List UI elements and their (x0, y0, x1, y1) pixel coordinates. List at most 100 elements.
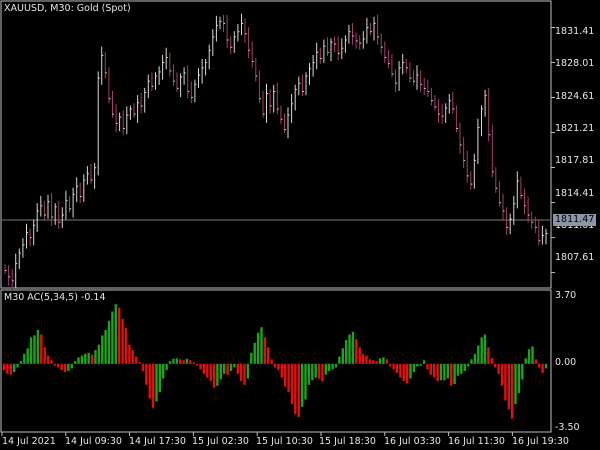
ac-bar (474, 354, 476, 364)
ac-bar (159, 364, 161, 392)
ac-bar (128, 345, 130, 364)
ac-bar (409, 364, 411, 379)
ac-bar (318, 364, 320, 379)
ac-bar (71, 364, 73, 369)
ac-bar (81, 356, 83, 364)
price-tick-label: 1817.81 (555, 155, 594, 166)
chart-title: XAUUSD, M30: Gold (Spot) (4, 3, 131, 14)
ac-bar (193, 362, 195, 364)
ac-bar (30, 337, 32, 364)
time-tick-label: 14 Jul 17:30 (129, 436, 186, 447)
price-tick-label: 1814.41 (555, 188, 594, 199)
ac-bar (491, 358, 493, 364)
ac-bar (172, 359, 174, 364)
ac-bar (206, 364, 208, 378)
ac-bar (220, 364, 222, 380)
ac-bar (342, 348, 344, 364)
ac-bar (91, 355, 93, 364)
time-tick-label: 16 Jul 11:30 (448, 436, 505, 447)
ac-bar (64, 364, 66, 372)
ac-bar (362, 354, 364, 364)
ac-bar (254, 343, 256, 364)
ac-bar (33, 335, 35, 363)
ac-bar (365, 356, 367, 364)
ac-bar (94, 350, 96, 364)
ac-bar (450, 364, 452, 386)
ac-bar (477, 346, 479, 364)
time-tick-label: 15 Jul 02:30 (192, 436, 249, 447)
ac-bar (77, 357, 79, 363)
ac-bar (267, 347, 269, 364)
ac-bar (237, 364, 239, 374)
ac-bar (460, 364, 462, 374)
ac-bar (541, 364, 543, 373)
ac-bar (74, 361, 76, 364)
ac-bar (440, 364, 442, 381)
ac-bar (176, 358, 178, 364)
ac-bar (44, 347, 46, 364)
ac-bar (430, 364, 432, 375)
ac-bar (132, 350, 134, 364)
ac-bar (118, 308, 120, 364)
ac-bar (345, 340, 347, 364)
ac-bar (186, 359, 188, 364)
ac-bar (23, 354, 25, 364)
price-tick-label: 1828.01 (555, 58, 594, 69)
time-tick-label: 14 Jul 2021 (2, 436, 56, 447)
indicator-title: M30 AC(5,34,5) -0.14 (4, 292, 106, 303)
ac-bar (470, 359, 472, 364)
time-tick-label: 16 Jul 03:30 (384, 436, 441, 447)
ac-bar (149, 364, 151, 399)
price-tick-label: 1821.21 (555, 123, 594, 134)
ac-bar (379, 358, 381, 364)
ac-bar (145, 364, 147, 385)
ac-bar (223, 364, 225, 374)
ac-bar (138, 362, 140, 364)
ac-bar (399, 364, 401, 378)
ac-bar (335, 364, 337, 368)
ac-bar (457, 364, 459, 376)
time-tick-label: 14 Jul 09:30 (65, 436, 122, 447)
ac-bar (135, 357, 137, 364)
ac-bar (60, 364, 62, 370)
indicator-tick-label: 3.70 (555, 290, 576, 301)
ac-bar (281, 364, 283, 378)
ac-bar (142, 364, 144, 371)
ac-bar (508, 364, 510, 410)
ac-bar (27, 348, 29, 364)
ac-bar (464, 364, 466, 371)
time-tick-label: 15 Jul 18:30 (319, 436, 376, 447)
ac-bar (338, 357, 340, 364)
ac-bar (331, 364, 333, 370)
ac-bar (20, 361, 22, 364)
ac-bar (189, 360, 191, 364)
ac-bar (311, 364, 313, 381)
time-tick-label: 16 Jul 19:30 (512, 436, 569, 447)
ac-bar (528, 349, 530, 364)
ac-bar (257, 333, 259, 364)
ac-bar (348, 335, 350, 364)
ac-bar (514, 364, 516, 404)
ac-bar (518, 364, 520, 393)
time-tick-label: 15 Jul 10:30 (256, 436, 313, 447)
ac-bar (243, 364, 245, 385)
ac-bar (369, 359, 371, 364)
trading-chart[interactable] (0, 0, 600, 450)
ac-bar (443, 364, 445, 381)
ac-bar (199, 364, 201, 370)
ac-bar (535, 359, 537, 364)
ac-bar (420, 364, 422, 366)
ac-bar (308, 364, 310, 385)
ac-bar (413, 364, 415, 372)
ac-bar (121, 319, 123, 364)
ac-bar (240, 364, 242, 381)
ac-bar (111, 312, 113, 364)
ac-bar (355, 339, 357, 364)
ac-bar (359, 347, 361, 364)
ac-bar (37, 330, 39, 364)
price-tick-label: 1807.61 (555, 252, 594, 263)
ac-bar (274, 364, 276, 368)
ac-bar (291, 364, 293, 404)
ac-bar (497, 364, 499, 374)
ac-bar (538, 364, 540, 368)
